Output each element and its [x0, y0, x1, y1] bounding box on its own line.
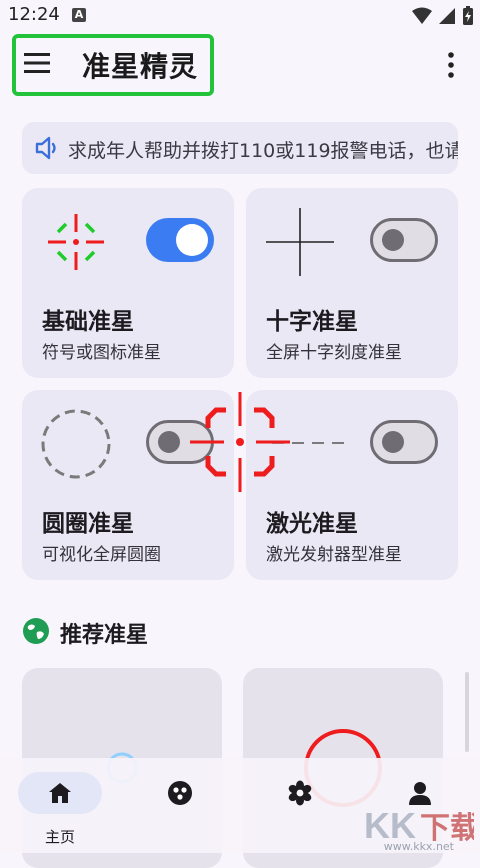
card-title: 圆圈准星: [42, 511, 134, 537]
card-cross-crosshair[interactable]: 十字准星 全屏十字刻度准星: [246, 188, 458, 378]
notice-text: 求成年人帮助并拨打110或119报警电话，也请: [68, 140, 458, 162]
toggle-knob: [158, 431, 180, 453]
nav-themes[interactable]: [120, 758, 240, 853]
menu-icon[interactable]: [24, 52, 50, 74]
nav-label: 主页: [44, 828, 75, 846]
card-subtitle: 符号或图标准星: [42, 343, 161, 363]
status-icons: [412, 6, 474, 26]
cross-crosshair-toggle[interactable]: [370, 218, 438, 262]
toggle-knob: [382, 431, 404, 453]
toggle-knob: [176, 224, 208, 256]
card-title: 十字准星: [266, 309, 358, 335]
toggle-knob: [382, 229, 404, 251]
card-basic-crosshair[interactable]: 基础准星 符号或图标准星: [22, 188, 234, 378]
flower-icon: [288, 780, 312, 806]
card-title: 激光准星: [266, 511, 358, 537]
status-bar: 12:24 A: [0, 0, 480, 32]
app-title: 准星精灵: [82, 50, 199, 83]
cross-crosshair-icon: [266, 208, 334, 276]
circle-crosshair-icon: [41, 409, 111, 479]
globe-icon: [23, 618, 49, 644]
floating-crosshair-overlay[interactable]: [190, 392, 290, 492]
battery-icon: [463, 6, 473, 25]
card-subtitle: 可视化全屏圆圈: [42, 545, 161, 565]
card-subtitle: 全屏十字刻度准星: [266, 343, 402, 363]
status-time: 12:24: [8, 4, 60, 25]
wifi-icon: [412, 7, 432, 24]
basic-crosshair-toggle[interactable]: [146, 218, 214, 262]
recommend-scrollbar[interactable]: [465, 672, 469, 752]
watermark-url: www.kkx.net: [383, 840, 454, 853]
nav-effects[interactable]: [240, 758, 360, 853]
basic-crosshair-icon: [48, 214, 104, 270]
card-subtitle: 激光发射器型准星: [266, 545, 402, 565]
notice-banner[interactable]: 求成年人帮助并拨打110或119报警电话，也请: [22, 122, 458, 174]
laser-crosshair-toggle[interactable]: [370, 420, 438, 464]
palette-icon: [168, 781, 192, 805]
card-title: 基础准星: [42, 309, 134, 335]
section-title: 推荐准星: [60, 623, 149, 648]
home-icon: [49, 783, 71, 803]
more-options-icon[interactable]: [442, 50, 460, 80]
notification-badge: A: [72, 8, 86, 22]
speaker-icon: [35, 136, 56, 160]
signal-icon: [439, 8, 455, 24]
nav-home[interactable]: 主页: [0, 758, 120, 853]
